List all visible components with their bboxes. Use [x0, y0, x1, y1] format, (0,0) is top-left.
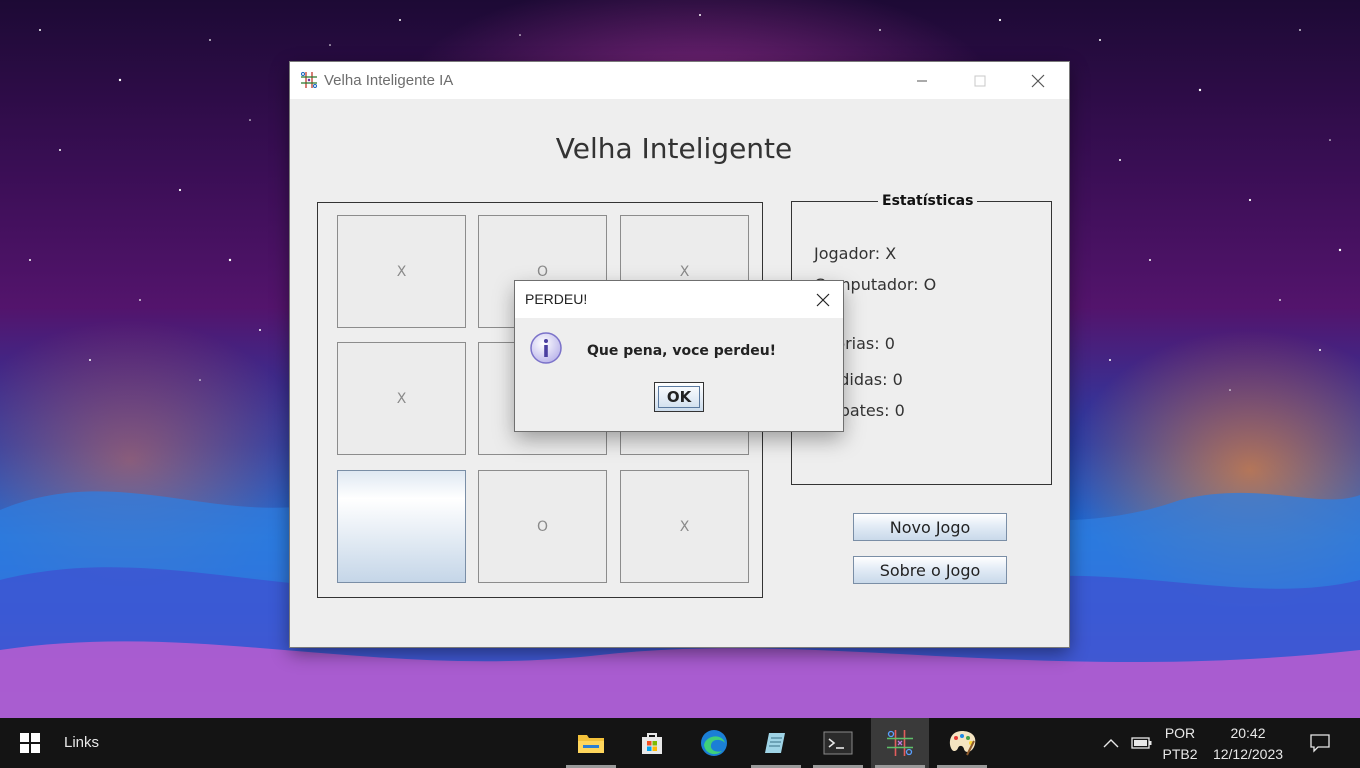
taskbar-paint[interactable]: [933, 718, 991, 768]
about-game-button[interactable]: Sobre o Jogo: [853, 556, 1007, 584]
clock-time: 20:42: [1230, 725, 1266, 741]
battery-indicator[interactable]: [1128, 718, 1156, 768]
ok-button[interactable]: OK: [654, 382, 704, 412]
app-heading: Velha Inteligente: [555, 132, 793, 165]
window-titlebar[interactable]: Velha Inteligente IA: [290, 62, 1069, 99]
action-center-button[interactable]: [1298, 718, 1342, 768]
taskbar-terminal[interactable]: [809, 718, 867, 768]
dialog-message: Que pena, voce perdeu!: [587, 343, 777, 359]
notification-icon: [1310, 734, 1330, 753]
minimize-button[interactable]: [893, 62, 951, 99]
window-title: Velha Inteligente IA: [324, 72, 454, 89]
dialog-titlebar[interactable]: PERDEU!: [515, 281, 843, 318]
keyboard-layout: PTB2: [1162, 746, 1198, 762]
dialog-close-button[interactable]: [803, 281, 843, 318]
close-icon: [1031, 74, 1045, 87]
close-icon: [816, 293, 830, 306]
info-icon: [530, 332, 562, 364]
tic-tac-toe-app-icon: [301, 72, 317, 88]
taskbar-notepad[interactable]: [747, 718, 805, 768]
close-button[interactable]: [1009, 62, 1067, 99]
start-button[interactable]: [0, 718, 60, 768]
chevron-up-icon: [1103, 739, 1119, 748]
lost-dialog: PERDEU! Que pena, voce perdeu! OK: [515, 281, 843, 431]
board-cell-4[interactable]: X: [337, 342, 466, 455]
terminal-icon: [823, 731, 853, 755]
ok-button-label: OK: [666, 388, 692, 406]
statistics-legend: Estatísticas: [878, 193, 978, 209]
tic-tac-toe-icon: [887, 730, 913, 756]
notepad-icon: [765, 733, 785, 753]
taskbar-microsoft-store[interactable]: [623, 718, 681, 768]
windows-logo-icon: [20, 733, 40, 753]
file-explorer-icon: [578, 735, 604, 753]
minimize-icon: [917, 80, 927, 81]
stat-player: Jogador: X: [814, 244, 897, 263]
microsoft-store-icon: [642, 733, 662, 754]
language-code: POR: [1164, 725, 1196, 741]
input-language-indicator[interactable]: POR PTB2: [1160, 723, 1200, 765]
taskbar-file-explorer[interactable]: [562, 718, 620, 768]
board-cell-8[interactable]: O: [478, 470, 607, 583]
links-toolbar[interactable]: Links: [64, 734, 99, 751]
edge-icon: [701, 730, 727, 756]
taskbar-edge[interactable]: [685, 718, 743, 768]
board-cell-9[interactable]: X: [620, 470, 749, 583]
show-hidden-icons-button[interactable]: [1100, 718, 1122, 768]
battery-icon: [1131, 737, 1152, 749]
taskbar-tic-tac-toe[interactable]: [871, 718, 929, 768]
dialog-title: PERDEU!: [525, 291, 588, 307]
maximize-button[interactable]: [951, 62, 1009, 99]
clock-date: 12/12/2023: [1212, 746, 1284, 762]
paint-icon: [949, 731, 976, 756]
taskbar-clock[interactable]: 20:42 12/12/2023: [1206, 723, 1290, 765]
new-game-button[interactable]: Novo Jogo: [853, 513, 1007, 541]
maximize-icon: [974, 75, 986, 86]
board-cell-1[interactable]: X: [337, 215, 466, 328]
board-cell-7[interactable]: [337, 470, 466, 583]
taskbar: Links POR PTB2 20:42 12/12/2023: [0, 718, 1360, 768]
